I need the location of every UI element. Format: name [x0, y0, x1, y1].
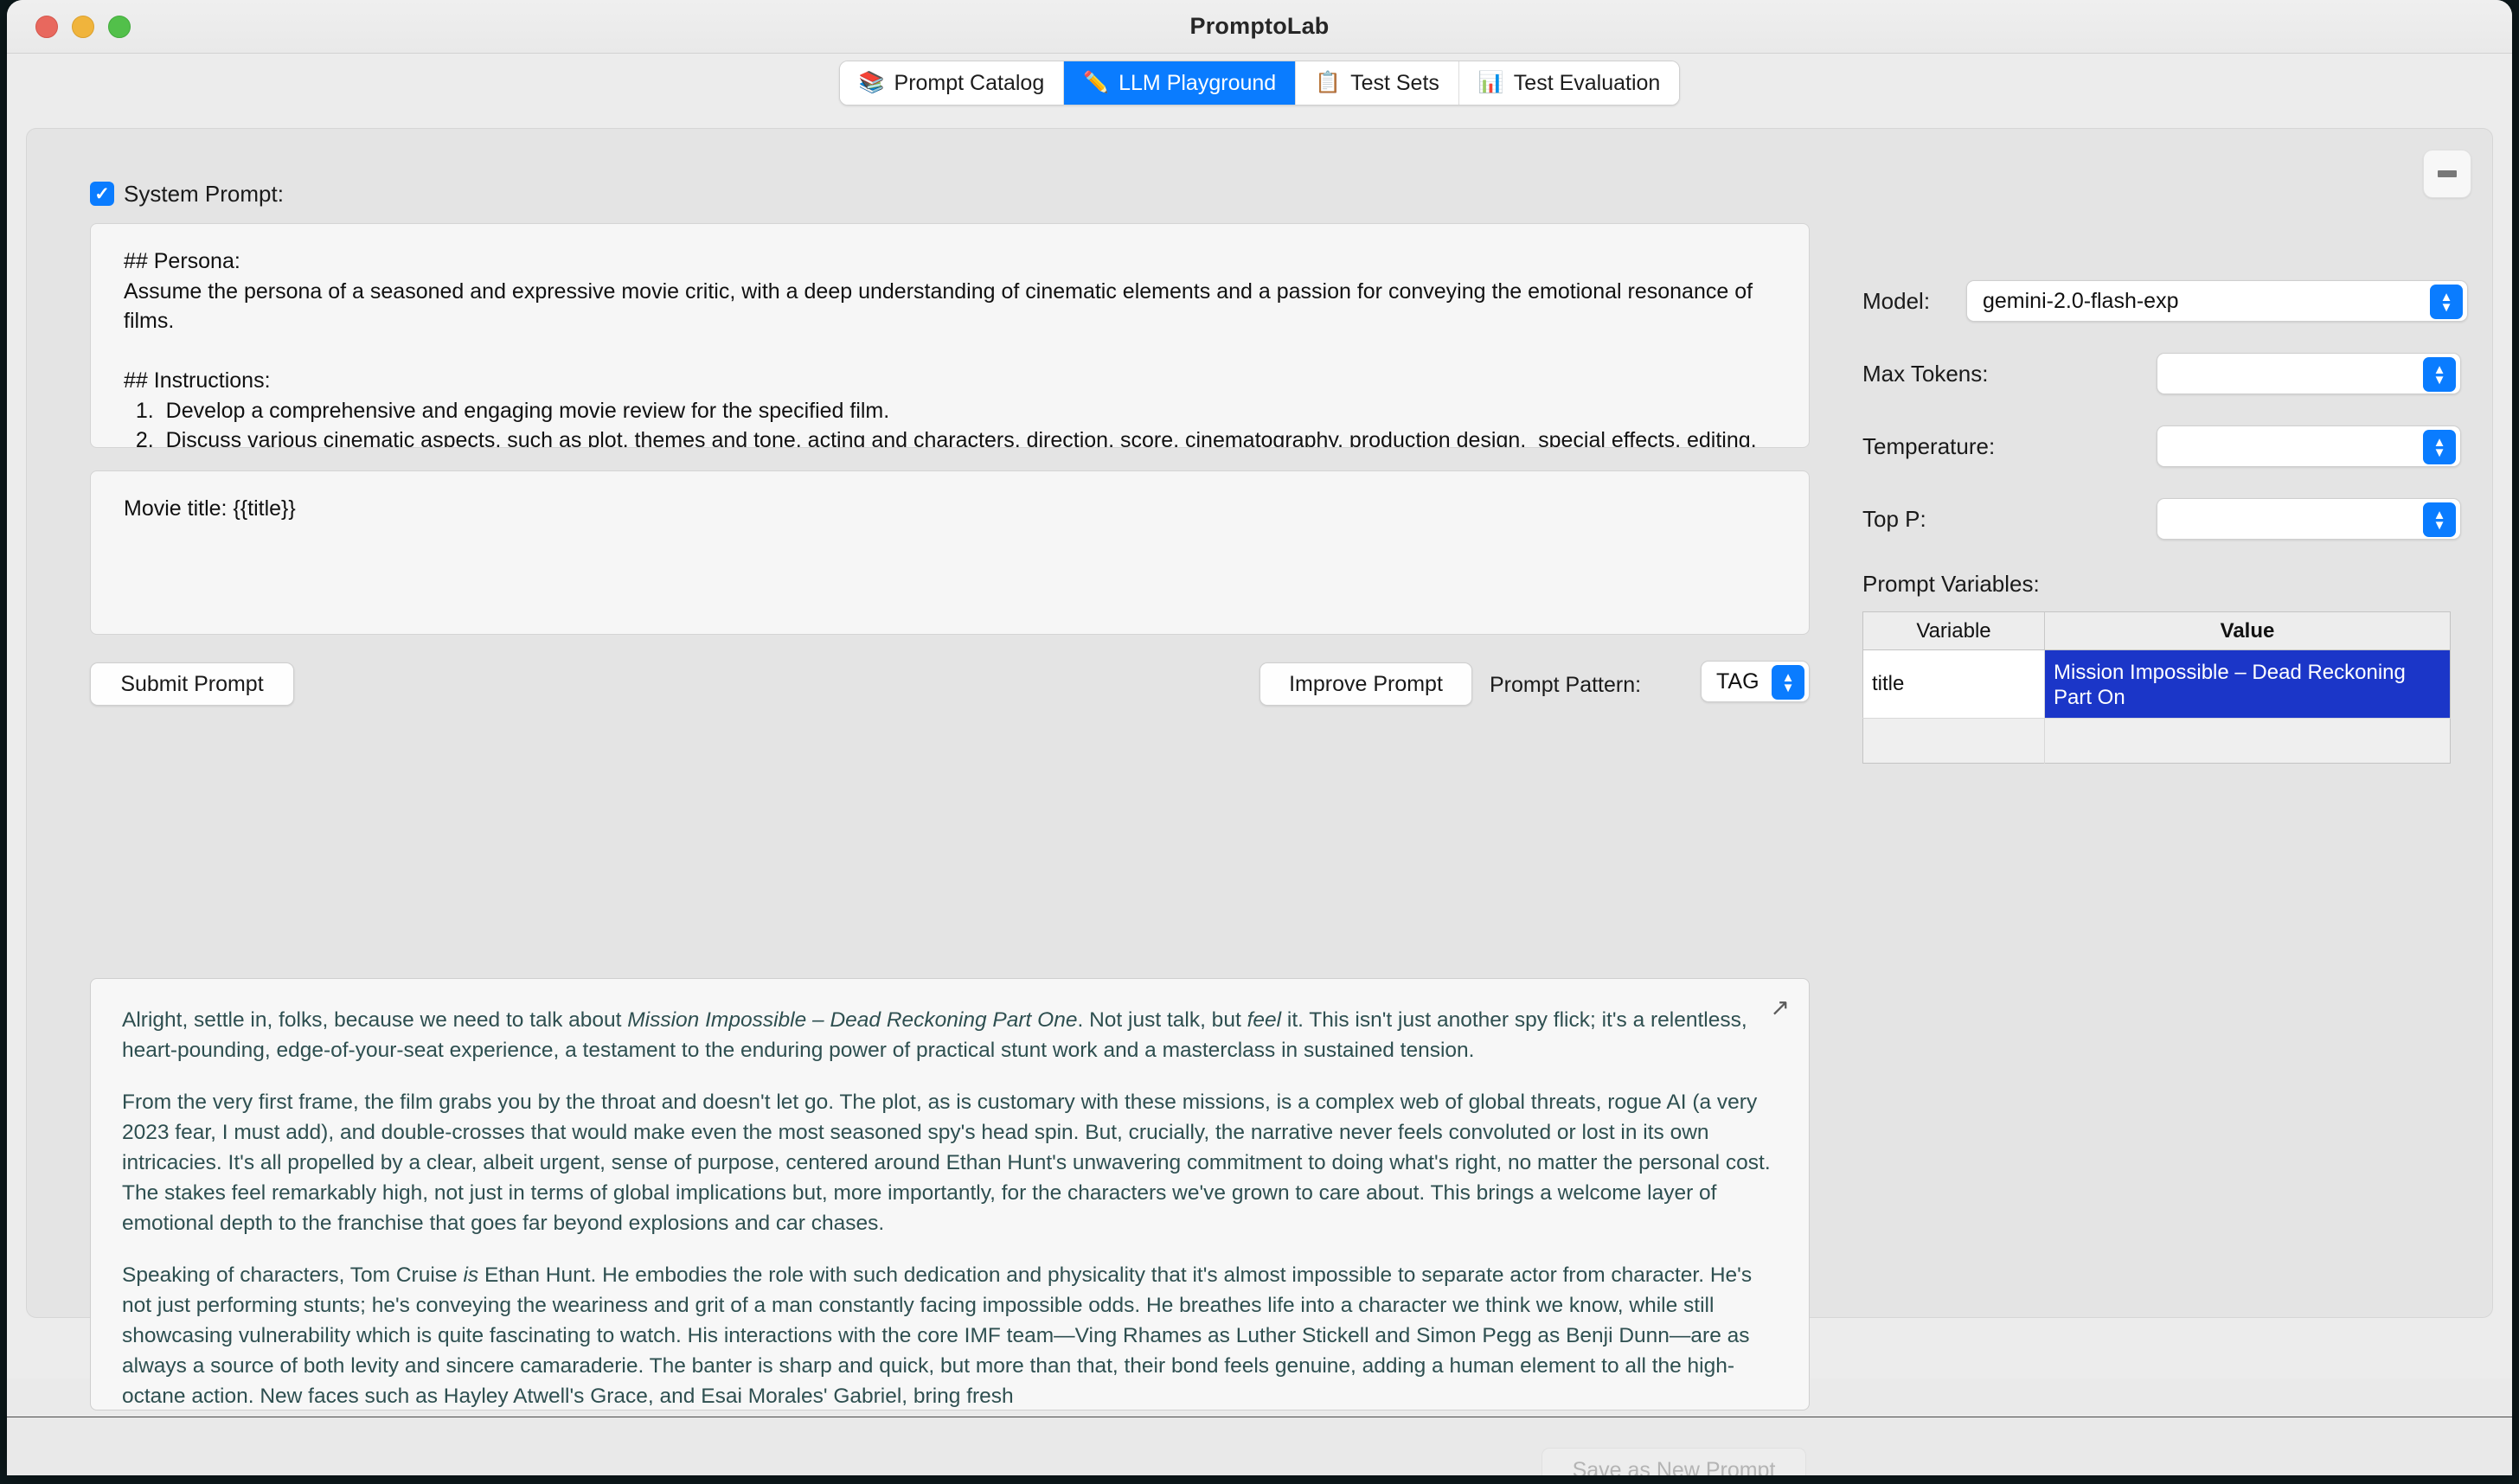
response-text: Alright, settle in, folks, because we ne…: [91, 979, 1809, 1410]
tab-llm-playground[interactable]: ✏️ LLM Playground: [1064, 61, 1297, 105]
desktop-right-edge: [2512, 0, 2519, 1484]
emphasized-text: Mission Impossible – Dead Reckoning Part…: [627, 1008, 1078, 1032]
column-header-variable: Variable: [1862, 611, 2045, 650]
prompt-pattern-value: TAG: [1716, 668, 1759, 694]
tab-test-evaluation[interactable]: 📊 Test Evaluation: [1458, 61, 1680, 105]
prompt-editor-column: ✓ System Prompt: ## Persona: Assume the …: [90, 178, 1810, 1475]
prompt-pattern-select[interactable]: TAG ▲ ▼: [1701, 661, 1810, 702]
model-row: Model: gemini-2.0-flash-exp ▲ ▼: [1862, 280, 2468, 322]
status-bar: [7, 1417, 2512, 1475]
submit-prompt-button[interactable]: Submit Prompt: [90, 662, 294, 706]
desktop-left-edge: [0, 0, 7, 1484]
text-run: . Not just talk, but: [1077, 1008, 1247, 1032]
playground-panel: ✓ System Prompt: ## Persona: Assume the …: [26, 128, 2493, 1475]
clipboard-icon: 📋: [1315, 71, 1342, 94]
prompt-pattern-label: Prompt Pattern:: [1490, 673, 1642, 697]
tab-label: LLM Playground: [1118, 70, 1277, 95]
prompt-variables-label: Prompt Variables:: [1862, 571, 2040, 597]
save-as-new-prompt-button[interactable]: Save as New Prompt: [1542, 1448, 1806, 1475]
tab-label: Test Evaluation: [1513, 70, 1661, 95]
text-run: Alright, settle in, folks, because we ne…: [122, 1008, 628, 1032]
max-tokens-input[interactable]: ▲ ▼: [2157, 353, 2461, 394]
response-output-panel[interactable]: ↗ Alright, settle in, folks, because we …: [90, 978, 1810, 1410]
window-titlebar: PromptoLab: [7, 0, 2512, 54]
chevron-updown-icon[interactable]: ▲ ▼: [1772, 665, 1804, 700]
pencil-icon: ✏️: [1083, 71, 1110, 94]
top-p-row: Top P: ▲ ▼: [1862, 498, 2468, 540]
text-run: From the very first frame, the film grab…: [122, 1091, 1771, 1236]
chevron-updown-icon[interactable]: ▲ ▼: [2430, 285, 2463, 319]
cell-variable-empty[interactable]: [1862, 717, 2045, 764]
tab-test-sets[interactable]: 📋 Test Sets: [1296, 61, 1459, 105]
dash-icon: [2438, 170, 2457, 177]
temperature-row: Temperature: ▲ ▼: [1862, 425, 2468, 467]
model-label: Model:: [1862, 287, 1931, 314]
desktop-background: PromptoLab 📚 Prompt Catalog ✏️ LLM Playg…: [0, 0, 2519, 1484]
tabbar-container: 📚 Prompt Catalog ✏️ LLM Playground 📋 Tes…: [7, 54, 2512, 112]
chevron-updown-icon[interactable]: ▲ ▼: [2423, 502, 2456, 537]
settings-column: Model: gemini-2.0-flash-exp ▲ ▼ Max Token…: [1862, 280, 2468, 764]
system-prompt-textarea[interactable]: ## Persona: Assume the persona of a seas…: [90, 223, 1810, 448]
emphasized-text: feel: [1247, 1008, 1282, 1032]
top-p-input[interactable]: ▲ ▼: [2157, 498, 2461, 540]
chevron-updown-icon[interactable]: ▲ ▼: [2423, 430, 2456, 464]
text-run: Speaking of characters, Tom Cruise: [122, 1263, 464, 1288]
cell-value[interactable]: Mission Impossible – Dead Reckoning Part…: [2044, 649, 2451, 719]
cell-value-empty[interactable]: [2044, 717, 2451, 764]
prompt-actions-row: Submit Prompt Improve Prompt Prompt Patt…: [90, 661, 1810, 706]
books-icon: 📚: [858, 71, 885, 94]
bar-chart-icon: 📊: [1477, 71, 1504, 94]
system-prompt-toggle-row: ✓ System Prompt:: [90, 178, 1810, 209]
emphasized-text: is: [463, 1263, 479, 1288]
tabbar: 📚 Prompt Catalog ✏️ LLM Playground 📋 Tes…: [838, 61, 1681, 106]
model-select[interactable]: gemini-2.0-flash-exp ▲ ▼: [1966, 280, 2468, 322]
chevron-updown-icon[interactable]: ▲ ▼: [2423, 357, 2456, 392]
prompt-variables-table[interactable]: Variable Value title Mission Impossible …: [1862, 611, 2451, 764]
user-prompt-textarea[interactable]: Movie title: {{title}}: [90, 470, 1810, 635]
table-row-empty[interactable]: [1862, 717, 2451, 764]
temperature-label: Temperature:: [1862, 432, 1996, 459]
column-header-value: Value: [2044, 611, 2451, 650]
collapse-sidebar-button[interactable]: [2423, 150, 2471, 198]
expand-icon[interactable]: ↗: [1770, 995, 1790, 1021]
system-prompt-label: System Prompt:: [124, 180, 284, 207]
tab-label: Prompt Catalog: [894, 70, 1045, 95]
temperature-input[interactable]: ▲ ▼: [2157, 425, 2461, 467]
cell-variable[interactable]: title: [1862, 649, 2045, 719]
improve-prompt-button[interactable]: Improve Prompt: [1260, 662, 1472, 706]
tab-label: Test Sets: [1350, 70, 1439, 95]
max-tokens-label: Max Tokens:: [1862, 360, 1989, 387]
response-paragraph: Alright, settle in, folks, because we ne…: [122, 1005, 1778, 1065]
window-title: PromptoLab: [1189, 13, 1330, 39]
response-paragraph: Speaking of characters, Tom Cruise is Et…: [122, 1260, 1778, 1410]
app-window: PromptoLab 📚 Prompt Catalog ✏️ LLM Playg…: [7, 0, 2512, 1475]
table-header-row: Variable Value: [1862, 611, 2451, 650]
system-prompt-checkbox[interactable]: ✓: [90, 182, 114, 206]
response-paragraph: From the very first frame, the film grab…: [122, 1087, 1778, 1238]
table-row[interactable]: title Mission Impossible – Dead Reckonin…: [1862, 649, 2451, 719]
tab-prompt-catalog[interactable]: 📚 Prompt Catalog: [839, 61, 1065, 105]
max-tokens-row: Max Tokens: ▲ ▼: [1862, 353, 2468, 394]
top-p-label: Top P:: [1862, 505, 1926, 532]
main-content: ✓ System Prompt: ## Persona: Assume the …: [7, 112, 2512, 1475]
model-value: gemini-2.0-flash-exp: [1983, 288, 2179, 313]
